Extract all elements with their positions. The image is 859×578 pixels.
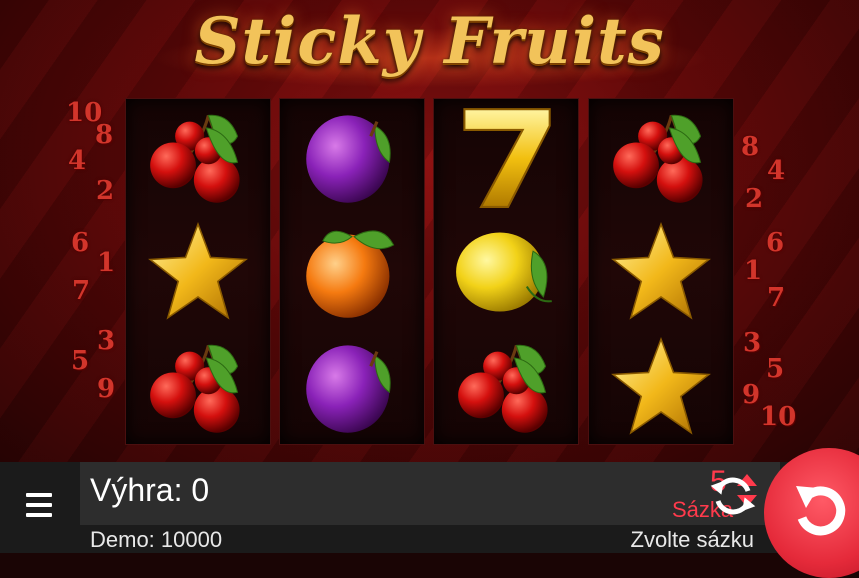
game-title: Sticky Fruits (194, 4, 665, 79)
payline-numbers-right: 8 4 2 6 1 7 3 5 9 10 (0, 98, 796, 443)
star-symbol (126, 214, 270, 329)
payline-number-right: 5 (766, 354, 785, 384)
demo-label: Demo: (90, 527, 155, 552)
plum-symbol (280, 329, 424, 444)
payline-number-left: 3 (97, 326, 116, 356)
game-stage: Sticky Fruits 10 8 4 2 6 1 7 3 5 9 8 4 2 6 1 7 3 5 9 10 (0, 0, 859, 462)
payline-number-left: 4 (68, 146, 87, 176)
payline-number-left: 9 (97, 374, 116, 404)
win-label: Výhra: 0 (90, 472, 210, 508)
payline-number-right: 7 (767, 283, 786, 313)
reel-3 (433, 98, 579, 445)
payline-number-right: 10 (760, 402, 797, 432)
cherry-symbol (126, 99, 270, 214)
reel-4 (588, 98, 734, 445)
autoplay-refresh-icon[interactable] (708, 471, 758, 521)
payline-number-left: 5 (71, 346, 90, 376)
reel-2 (279, 98, 425, 445)
choose-bet-label[interactable]: Zvolte sázku (631, 527, 755, 553)
reel-1 (125, 98, 271, 445)
cherry-symbol (434, 329, 578, 444)
info-panel: Výhra: 0 5 Sázka (80, 462, 780, 525)
demo-balance: Demo: 10000 (90, 527, 222, 553)
payline-number-right: 6 (766, 228, 785, 258)
demo-value: 10000 (160, 527, 223, 552)
payline-number-right: 3 (743, 328, 762, 358)
payline-number-right: 2 (745, 184, 764, 214)
payline-number-left: 2 (96, 176, 115, 206)
orange-symbol (280, 214, 424, 329)
payline-number-right: 8 (741, 132, 760, 162)
payline-number-left: 1 (97, 248, 116, 278)
payline-number-left: 8 (95, 120, 114, 150)
cherry-symbol (589, 99, 733, 214)
star-symbol (589, 329, 733, 444)
payline-number-right: 9 (742, 380, 761, 410)
spin-arrow-icon (796, 486, 846, 536)
star-symbol (589, 214, 733, 329)
lemon-symbol (434, 214, 578, 329)
cherry-symbol (126, 329, 270, 444)
payline-number-right: 4 (767, 156, 786, 186)
payline-number-left: 6 (71, 228, 90, 258)
plum-symbol (280, 99, 424, 214)
payline-number-left: 7 (72, 276, 91, 306)
payline-number-right: 1 (744, 256, 763, 286)
hamburger-menu-icon[interactable] (22, 488, 56, 522)
seven-symbol (434, 99, 578, 214)
